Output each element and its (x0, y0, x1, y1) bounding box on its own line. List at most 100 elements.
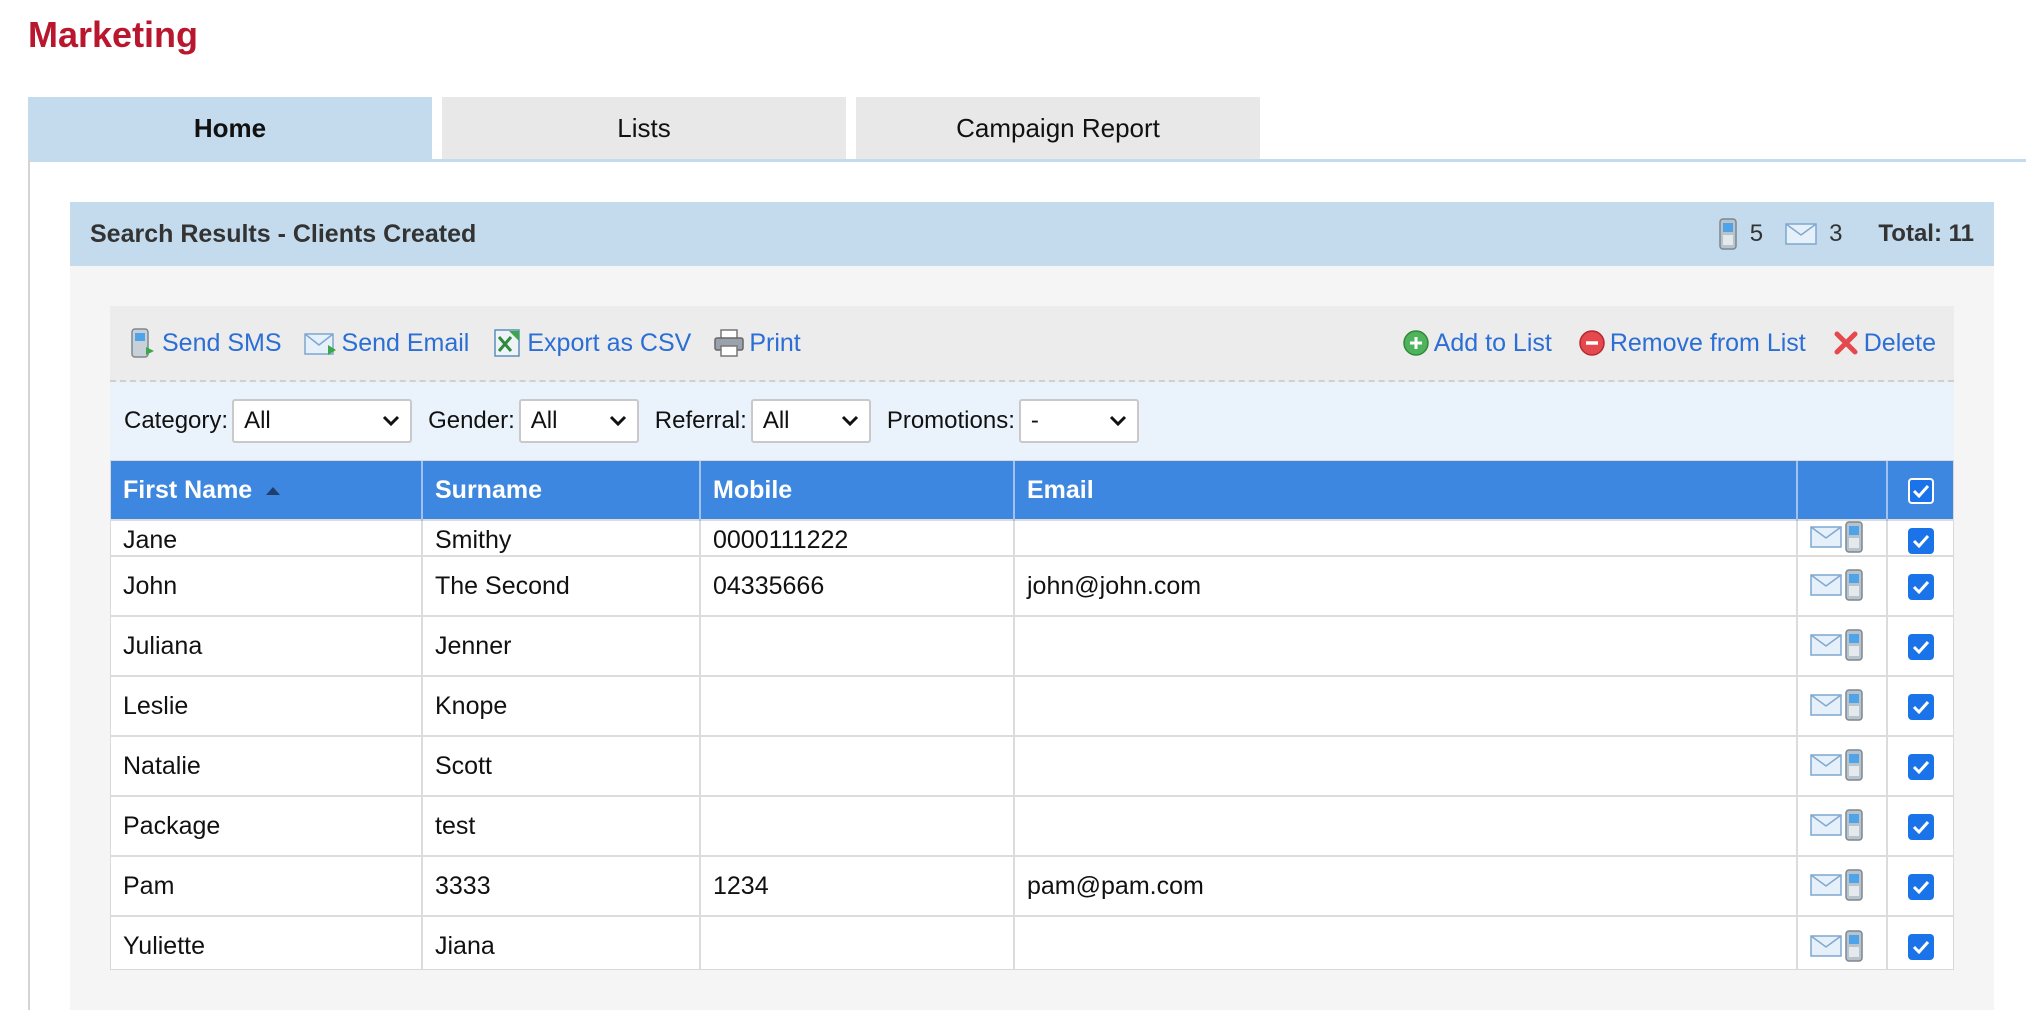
results-table-container[interactable]: First Name Surname Mobile Email Jane Smi… (110, 460, 1954, 970)
checkmark-icon (1912, 760, 1930, 774)
send-email-label: Send Email (341, 328, 470, 357)
cell-first-name: Juliana (111, 615, 423, 676)
envelope-icon (1810, 934, 1842, 957)
table-row[interactable]: Jane Smithy 0000111222 (111, 519, 1953, 556)
row-checkbox[interactable] (1908, 753, 1934, 780)
column-header-label: First Name (123, 475, 253, 504)
row-checkbox[interactable] (1908, 573, 1934, 600)
remove-from-list-label: Remove from List (1609, 328, 1806, 357)
cell-mobile: 04335666 (700, 555, 1015, 616)
tab-lists[interactable]: Lists (442, 97, 846, 159)
cell-surname: Scott (422, 735, 701, 796)
cell-email: pam@pam.com (1014, 855, 1798, 916)
envelope-icon (303, 329, 338, 357)
search-results-panel: Search Results - Clients Created 5 3 Tot… (70, 202, 1994, 1010)
checkmark-icon (1912, 820, 1930, 834)
row-checkbox[interactable] (1908, 633, 1934, 660)
phone-icon (1844, 929, 1864, 962)
sort-asc-icon (265, 486, 281, 496)
cell-contact-icons (1797, 735, 1888, 796)
column-header-surname[interactable]: Surname (422, 461, 701, 520)
send-sms-button[interactable]: Send SMS (128, 327, 282, 359)
table-row[interactable]: Pam 3333 1234 pam@pam.com (111, 855, 1953, 916)
cell-first-name: John (111, 555, 423, 616)
tab-bar: Home Lists Campaign Report (28, 97, 2026, 159)
cell-select (1887, 795, 1953, 856)
gender-value: All (530, 407, 558, 434)
phone-icon (1844, 689, 1864, 721)
results-table: First Name Surname Mobile Email Jane Smi… (111, 461, 1953, 969)
cell-surname: test (422, 795, 701, 856)
envelope-icon (1810, 574, 1842, 596)
select-all-checkbox[interactable] (1908, 477, 1934, 504)
table-row[interactable]: Juliana Jenner (111, 615, 1953, 676)
column-header-first-name[interactable]: First Name (111, 461, 423, 520)
cell-email (1014, 615, 1798, 676)
envelope-icon (1810, 874, 1842, 896)
plus-circle-icon (1402, 329, 1430, 357)
row-checkbox[interactable] (1908, 693, 1934, 720)
row-checkbox[interactable] (1908, 528, 1934, 554)
phone-icon (1718, 218, 1738, 250)
referral-label: Referral: (654, 407, 747, 434)
table-row[interactable]: Package test (111, 795, 1953, 856)
table-body: Jane Smithy 0000111222 John The Second 0… (111, 519, 1953, 969)
export-csv-button[interactable]: Export as CSV (491, 327, 691, 359)
send-email-button[interactable]: Send Email (303, 328, 470, 358)
phone-icon (1844, 569, 1864, 601)
cell-select (1887, 615, 1953, 676)
list-actions: Add to List Remove from List Delete (1376, 329, 1936, 358)
tab-underline (28, 159, 2026, 162)
cell-mobile (700, 735, 1015, 796)
total-count: Total: 11 (1878, 220, 1974, 247)
checkmark-icon (1912, 640, 1930, 654)
envelope-icon (1810, 694, 1842, 716)
chevron-down-icon (1109, 415, 1127, 427)
phone-icon (1844, 809, 1864, 841)
remove-from-list-button[interactable]: Remove from List (1578, 329, 1806, 358)
table-row[interactable]: Natalie Scott (111, 735, 1953, 796)
delete-button[interactable]: Delete (1832, 329, 1936, 358)
cell-contact-icons (1797, 795, 1888, 856)
cell-first-name: Pam (111, 855, 423, 916)
page-title: Marketing (28, 14, 199, 55)
print-label: Print (749, 328, 801, 357)
send-sms-label: Send SMS (162, 328, 282, 357)
referral-select[interactable]: All (750, 399, 871, 443)
checkmark-icon (1912, 484, 1930, 498)
column-header-email[interactable]: Email (1014, 461, 1798, 520)
row-checkbox[interactable] (1908, 934, 1934, 960)
column-header-select-all (1887, 461, 1953, 520)
filter-bar: Category: All Gender: All Referral: All … (110, 382, 1954, 460)
cell-mobile (700, 795, 1015, 856)
cell-first-name: Package (111, 795, 423, 856)
cell-email (1014, 519, 1798, 556)
envelope-icon (1810, 526, 1842, 548)
column-header-mobile[interactable]: Mobile (700, 461, 1015, 520)
phone-icon (1844, 521, 1864, 553)
row-checkbox[interactable] (1908, 813, 1934, 840)
add-to-list-button[interactable]: Add to List (1402, 329, 1552, 358)
tab-home[interactable]: Home (28, 97, 432, 159)
cell-email: john@john.com (1014, 555, 1798, 616)
delete-label: Delete (1863, 328, 1936, 357)
promotions-select[interactable]: - (1018, 399, 1139, 443)
table-row[interactable]: Yuliette Jiana (111, 915, 1953, 969)
minus-circle-icon (1578, 329, 1606, 357)
envelope-icon (1810, 814, 1842, 836)
table-row[interactable]: John The Second 04335666 john@john.com (111, 555, 1953, 616)
tab-campaign-report[interactable]: Campaign Report (856, 97, 1260, 159)
print-button[interactable]: Print (713, 328, 801, 358)
table-row[interactable]: Leslie Knope (111, 675, 1953, 736)
cell-email (1014, 675, 1798, 736)
row-checkbox[interactable] (1908, 873, 1934, 900)
cell-surname: Smithy (422, 519, 701, 556)
result-counts: 5 3 Total: 11 (1718, 218, 1974, 250)
category-select[interactable]: All (232, 399, 413, 443)
cell-mobile (700, 615, 1015, 676)
cell-contact-icons (1797, 615, 1888, 676)
panel-header: Search Results - Clients Created 5 3 Tot… (70, 202, 1994, 266)
cell-contact-icons (1797, 519, 1888, 556)
phone-icon (1844, 749, 1864, 781)
gender-select[interactable]: All (518, 399, 639, 443)
